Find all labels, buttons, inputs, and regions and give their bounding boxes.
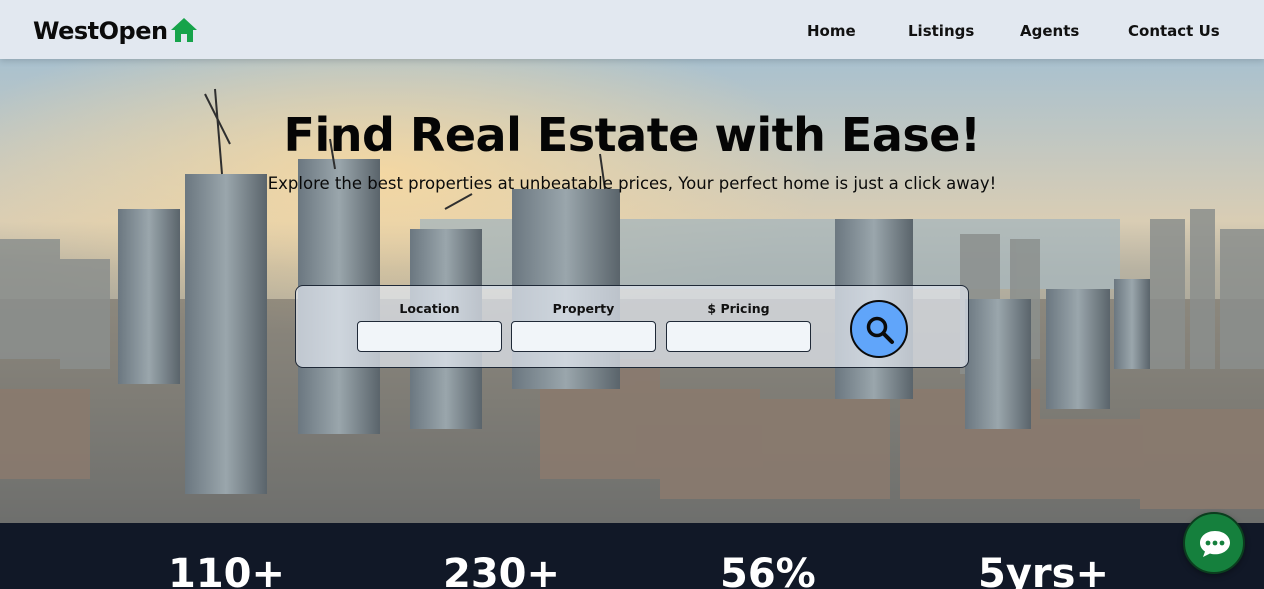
location-input[interactable] [357, 321, 502, 352]
search-icon [866, 316, 894, 344]
brand-logo[interactable]: WestOpen [33, 17, 199, 45]
chat-bubble-icon [1200, 531, 1230, 557]
search-button[interactable] [850, 300, 908, 358]
chat-button[interactable] [1183, 512, 1245, 574]
stat-value: 230+ [443, 551, 561, 589]
pricing-input[interactable] [666, 321, 811, 352]
property-input[interactable] [511, 321, 656, 352]
stat-value: 56% [720, 551, 816, 589]
brand-name: WestOpen [33, 17, 168, 45]
nav-link-listings[interactable]: Listings [908, 22, 974, 40]
property-field: Property [511, 301, 656, 352]
hero-section: Find Real Estate with Ease! Explore the … [0, 59, 1264, 523]
nav-link-agents[interactable]: Agents [1020, 22, 1079, 40]
stat-value: 110+ [168, 551, 286, 589]
location-label: Location [399, 301, 460, 316]
hero-subtitle: Explore the best properties at unbeatabl… [267, 174, 997, 193]
search-panel: Location Property $ Pricing [295, 285, 969, 368]
house-icon [170, 17, 197, 42]
property-label: Property [552, 301, 615, 316]
location-field: Location [357, 301, 502, 352]
stats-section: 110+ 230+ 56% 5yrs+ [0, 523, 1264, 589]
hero-title: Find Real Estate with Ease! [283, 108, 981, 162]
pricing-label: $ Pricing [707, 301, 770, 316]
stat-value: 5yrs+ [978, 551, 1109, 589]
nav-link-contact-us[interactable]: Contact Us [1128, 22, 1220, 40]
pricing-field: $ Pricing [666, 301, 811, 352]
navbar: WestOpen Home Listings Agents Contact Us [0, 0, 1264, 59]
nav-link-home[interactable]: Home [807, 22, 856, 40]
